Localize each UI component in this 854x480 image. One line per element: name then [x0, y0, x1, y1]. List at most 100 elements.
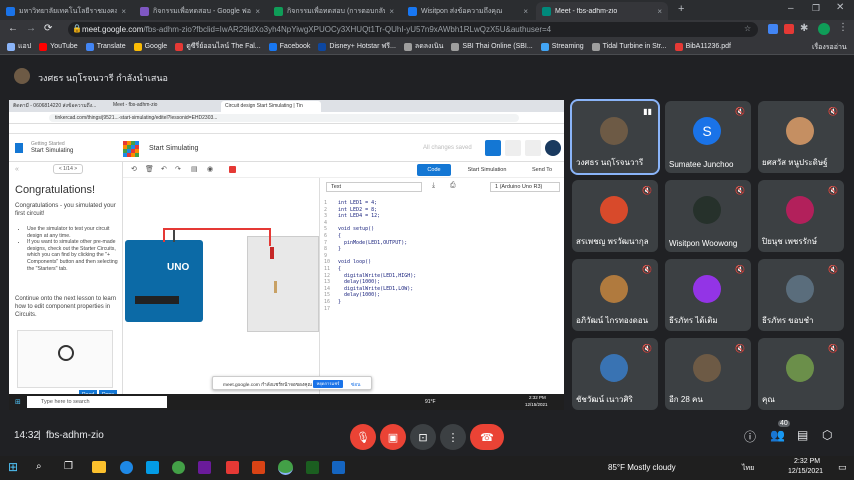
participant-tile[interactable]: 🔇 ธีรภัทร ขอบชำ — [758, 259, 844, 331]
board-select[interactable]: 1 (Arduino Uno R3) — [490, 182, 560, 192]
wire-color-swatch[interactable] — [229, 166, 236, 173]
participant-tile[interactable]: ▮▮ วงศธร นฤโรจนวารี — [570, 99, 660, 175]
bookmark-item[interactable]: Tidal Turbine in Str... — [589, 42, 670, 51]
app-icon[interactable] — [198, 461, 211, 474]
tab-close-icon[interactable]: × — [657, 7, 662, 16]
mic-off-button[interactable]: 🎙 — [350, 424, 376, 450]
profile-avatar[interactable] — [818, 23, 830, 35]
extensions-puzzle-icon[interactable]: ✱ — [800, 23, 808, 34]
leave-call-button[interactable]: ☎ — [470, 424, 504, 450]
project-title[interactable]: Start Simulating — [149, 145, 198, 152]
inner-address-bar[interactable]: tinkercad.com/things/j9521...-start-simu… — [49, 114, 519, 122]
participant-tile[interactable]: 🔇 ปิยนุช เพชรรักษ์ — [758, 180, 844, 252]
bookmark-item[interactable]: ดูซีรี่ย์ออนไลน์ The Fal... — [172, 41, 263, 52]
lesson-collapse-icon[interactable]: « — [15, 166, 19, 173]
meeting-info-icon[interactable]: ⓘ — [744, 428, 756, 445]
chat-icon[interactable]: ▤ — [797, 428, 808, 442]
tab-close-icon[interactable]: × — [523, 7, 528, 16]
minimize-icon[interactable]: – — [788, 3, 794, 14]
wire[interactable] — [163, 228, 165, 242]
schematic-view-button[interactable] — [505, 140, 521, 156]
address-bar[interactable]: 🔒 meet.google.com/fbs-adhm-zio?fbclid=Iw… — [68, 22, 758, 37]
app-icon-2[interactable] — [226, 461, 239, 474]
file-explorer-icon[interactable] — [92, 461, 106, 473]
participant-tile[interactable]: 🔇 ธีรภัทร ได้เติม — [665, 259, 751, 331]
browser-tab[interactable]: Wisitpon ส่งข้อความถึงคุณ × — [402, 2, 534, 20]
inner-tab[interactable]: ติดตามี - 0606814220 ส่งข้อความถึง... — [13, 102, 101, 112]
browser-tab[interactable]: กิจกรรมเพื่อทดสอบ (การตอบกลับ) - Go× — [268, 2, 400, 20]
tab-close-icon[interactable]: × — [389, 7, 394, 16]
send-to-button[interactable]: Send To — [527, 164, 557, 176]
circuit-view-button[interactable] — [485, 140, 501, 156]
visibility-icon[interactable]: ◉ — [207, 165, 213, 173]
browser-tab[interactable]: มหาวิทยาลัยเทคโนโลยีราชมงคลศรีวิชัย× — [0, 2, 132, 20]
language-indicator[interactable]: ไทย — [742, 463, 754, 474]
bookmark-item[interactable]: Facebook — [266, 42, 314, 51]
page-counter[interactable]: < 1/14 > — [53, 164, 83, 174]
browser-tab[interactable]: Meet - fbs-adhm-zio × — [536, 2, 668, 20]
participant-tile[interactable]: 🔇 สรเพชญ พรวัฒนากุล — [572, 180, 658, 252]
word-icon[interactable] — [332, 461, 345, 474]
arduino-board[interactable]: UNO — [125, 240, 203, 322]
activities-icon[interactable]: ⬡ — [822, 428, 832, 442]
participant-tile[interactable]: 🔇 ชัชวัฒน์ เนาวศิริ — [572, 338, 658, 410]
redo-icon[interactable]: ↷ — [175, 165, 181, 173]
bookmark-item[interactable]: ลดลงเนิน — [401, 41, 447, 52]
code-mode-select[interactable]: Text — [326, 182, 422, 192]
task-view-icon[interactable]: ❐ — [64, 461, 73, 472]
reading-list[interactable]: เรื่องรออ่าน — [812, 42, 847, 53]
extension-icon-2[interactable] — [784, 24, 794, 34]
notification-icon[interactable]: ▭ — [838, 462, 847, 473]
taskbar-weather[interactable]: 85°F Mostly cloudy — [608, 463, 676, 472]
stop-sharing-button[interactable]: หยุดการแชร์ — [313, 380, 343, 388]
taskbar-time[interactable]: 2:32 PM — [794, 458, 820, 465]
excel-icon[interactable] — [306, 461, 319, 474]
bookmark-item[interactable]: BibA11236.pdf — [672, 42, 734, 51]
undo-icon[interactable]: ↶ — [161, 165, 167, 173]
present-button[interactable]: ⊡ — [410, 424, 436, 450]
participant-tile[interactable]: 🔇 Wisitpon Woowong — [665, 180, 751, 252]
store-icon[interactable] — [146, 461, 159, 474]
bookmark-item[interactable]: Disney+ Hotstar ฟรี... — [315, 41, 399, 52]
wire[interactable] — [163, 228, 271, 230]
resistor-component[interactable] — [274, 281, 277, 293]
start-simulation-button[interactable]: Start Simulation — [457, 164, 517, 176]
download-icon[interactable]: ⤓ — [432, 182, 435, 190]
led-component[interactable] — [270, 247, 274, 259]
hide-button[interactable]: ซ่อน — [351, 381, 360, 389]
bookmark-item[interactable]: Streaming — [538, 42, 587, 51]
chrome-active-icon[interactable] — [278, 460, 293, 475]
browser-menu-icon[interactable]: ⋮ — [838, 22, 848, 33]
people-icon[interactable]: 👥 — [770, 428, 785, 442]
participant-tile[interactable]: 🔇 คุณ — [758, 338, 844, 410]
powerpoint-icon[interactable] — [252, 461, 265, 474]
wire[interactable] — [269, 228, 271, 246]
inner-windows-icon[interactable]: ⊞ — [15, 398, 21, 406]
note-icon[interactable]: ▤ — [191, 165, 198, 173]
browser-tab[interactable]: กิจกรรมเพื่อทดสอบ - Google ฟอร์ม × — [134, 2, 266, 20]
new-tab-button[interactable]: + — [678, 3, 684, 15]
inner-tab-active[interactable]: Circuit design Start Simulating | Tin — [221, 101, 321, 112]
rotate-icon[interactable]: ⟲ — [131, 165, 137, 173]
inner-search-box[interactable]: Type here to search — [27, 396, 167, 408]
edge-icon[interactable] — [120, 461, 133, 474]
code-button[interactable]: Code — [417, 164, 451, 176]
inner-tab[interactable]: Meet - fbs-adhm-zio — [113, 102, 201, 112]
reload-icon[interactable]: ⟳ — [44, 23, 52, 34]
windows-start-icon[interactable]: ⊞ — [8, 460, 18, 474]
restore-icon[interactable]: ❐ — [812, 3, 820, 14]
bookmark-star-icon[interactable]: ☆ — [744, 24, 751, 33]
participant-tile[interactable]: 🔇 อภิวัฒน์ ไกรทองดอน — [572, 259, 658, 331]
breadboard[interactable] — [247, 236, 319, 332]
print-icon[interactable]: ⎙ — [450, 182, 456, 190]
tab-close-icon[interactable]: × — [121, 7, 126, 16]
taskbar-date[interactable]: 12/15/2021 — [788, 468, 823, 475]
more-options-button[interactable]: ⋮ — [440, 424, 466, 450]
tinkercad-logo[interactable] — [123, 141, 139, 157]
extension-icon[interactable] — [768, 24, 778, 34]
bookmark-item[interactable]: SBI Thai Online (SBI... — [448, 42, 535, 51]
search-icon[interactable]: ⌕ — [36, 461, 42, 472]
camera-off-button[interactable]: ▣ — [380, 424, 406, 450]
bookmark-item[interactable]: Google — [131, 42, 171, 51]
components-list-button[interactable] — [525, 140, 541, 156]
